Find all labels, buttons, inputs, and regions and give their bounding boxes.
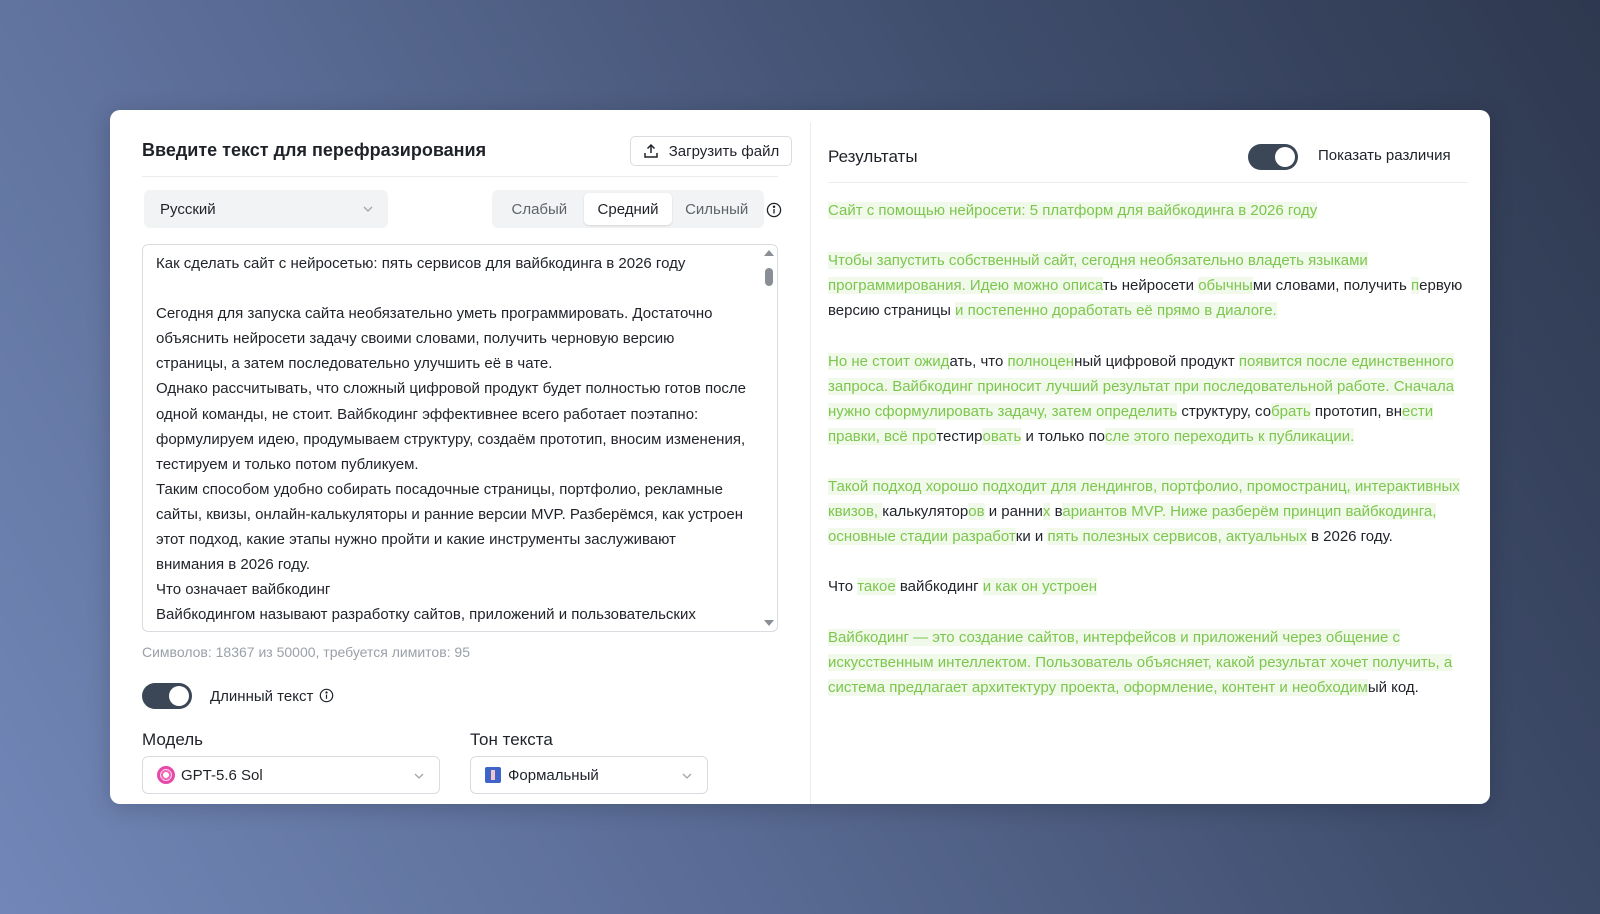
- tone-select[interactable]: Формальный: [470, 756, 708, 794]
- result-text: Сайт с помощью нейросети: 5 платформ для…: [828, 198, 1468, 725]
- chevron-down-icon: [682, 773, 692, 779]
- scroll-down-icon[interactable]: [763, 618, 775, 628]
- input-title: Введите текст для перефразирования: [142, 140, 487, 160]
- paraphrase-card: Введите текст для перефразирования Загру…: [110, 110, 1490, 804]
- unchanged-segment: в 2026 году.: [1306, 528, 1393, 546]
- chevron-down-icon: [414, 773, 424, 779]
- header-divider: [142, 176, 778, 177]
- model-logo-icon: [157, 766, 175, 784]
- result-paragraph: Сайт с помощью нейросети: 5 платформ для…: [828, 198, 1468, 223]
- tone-value: Формальный: [508, 766, 599, 784]
- changed-segment: Сайт с помощью нейросети: 5 платформ для…: [828, 202, 1318, 219]
- input-panel: Введите текст для перефразирования Загру…: [122, 122, 810, 804]
- upload-icon: [644, 143, 658, 158]
- unchanged-segment: ть нейросети: [1102, 277, 1199, 295]
- upload-file-button[interactable]: Загрузить файл: [630, 136, 792, 166]
- unchanged-segment: прототип, вн: [1310, 402, 1403, 420]
- unchanged-segment: и только по: [1021, 427, 1106, 445]
- changed-segment: брать: [1271, 402, 1311, 420]
- result-paragraph: Чтобы запустить собственный сайт, сегодн…: [828, 248, 1468, 323]
- show-diff-label: Показать различия: [1318, 147, 1451, 164]
- info-icon[interactable]: [319, 688, 334, 703]
- unchanged-segment: вайбкодинг: [895, 578, 983, 596]
- strength-selector: Слабый Средний Сильный: [492, 190, 764, 228]
- character-count: Символов: 18367 из 50000, требуется лими…: [142, 644, 470, 660]
- changed-segment: обычны: [1198, 277, 1253, 295]
- unchanged-segment: калькулятор: [882, 503, 969, 521]
- scroll-thumb[interactable]: [765, 268, 773, 286]
- chevron-down-icon: [363, 206, 373, 212]
- unchanged-segment: в: [1050, 503, 1063, 521]
- textarea-scrollbar[interactable]: [762, 248, 776, 628]
- changed-segment: овать: [982, 427, 1022, 445]
- model-select[interactable]: GPT-5.6 Sol: [142, 756, 440, 794]
- tone-label: Тон текста: [470, 730, 553, 749]
- long-text-toggle[interactable]: [142, 683, 192, 709]
- model-label: Модель: [142, 730, 204, 749]
- info-icon[interactable]: [766, 202, 782, 218]
- changed-segment: Но не стоит ожид: [828, 352, 950, 370]
- results-divider: [828, 182, 1468, 183]
- result-paragraph: Вайбкодинг — это создание сайтов, интерф…: [828, 625, 1468, 700]
- unchanged-segment: ый код.: [1367, 678, 1419, 696]
- scroll-up-icon[interactable]: [763, 248, 775, 258]
- strength-medium[interactable]: Средний: [583, 193, 673, 225]
- changed-segment: сле этого переходить к публикации.: [1105, 427, 1355, 445]
- result-paragraph: Что такое вайбкодинг и как он устроен: [828, 574, 1468, 599]
- language-value: Русский: [160, 200, 216, 218]
- result-paragraph: Такой подход хорошо подходит для лендинг…: [828, 474, 1468, 549]
- changed-segment: и как он устроен: [982, 578, 1098, 596]
- results-title: Результаты: [828, 147, 918, 166]
- unchanged-segment: тестир: [936, 427, 983, 445]
- unchanged-segment: ки и: [1015, 528, 1048, 546]
- result-paragraph: Но не стоит ожидать, что полноценный циф…: [828, 349, 1468, 449]
- changed-segment: и постепенно доработать её прямо в диало…: [955, 302, 1277, 320]
- results-panel: Результаты Показать различия Сайт с помо…: [811, 122, 1490, 804]
- strength-weak[interactable]: Слабый: [495, 193, 584, 225]
- changed-segment: такое: [857, 578, 896, 596]
- language-select[interactable]: Русский: [144, 190, 388, 228]
- long-text-label: Длинный текст: [210, 688, 334, 705]
- unchanged-segment: структуру, со: [1177, 402, 1272, 420]
- changed-segment: пять полезных сервисов, актуальных: [1047, 528, 1307, 546]
- unchanged-segment: и ранни: [984, 503, 1043, 521]
- unchanged-segment: ный цифровой продукт: [1074, 352, 1239, 370]
- changed-segment: п: [1411, 277, 1420, 295]
- model-value: GPT-5.6 Sol: [181, 766, 263, 784]
- show-diff-toggle[interactable]: [1248, 144, 1298, 170]
- changed-segment: полноцен: [1007, 352, 1075, 370]
- changed-segment: ов: [968, 503, 985, 521]
- necktie-icon: [485, 767, 501, 783]
- source-text-input[interactable]: Как сделать сайт с нейросетью: пять серв…: [142, 244, 778, 632]
- unchanged-segment: Что: [828, 578, 858, 596]
- changed-segment: Вайбкодинг — это создание сайтов, интерф…: [828, 628, 1453, 696]
- strength-strong[interactable]: Сильный: [672, 193, 761, 225]
- unchanged-segment: ать, что: [949, 352, 1008, 370]
- upload-file-label: Загрузить файл: [668, 142, 780, 160]
- unchanged-segment: ми словами, получить: [1252, 277, 1412, 295]
